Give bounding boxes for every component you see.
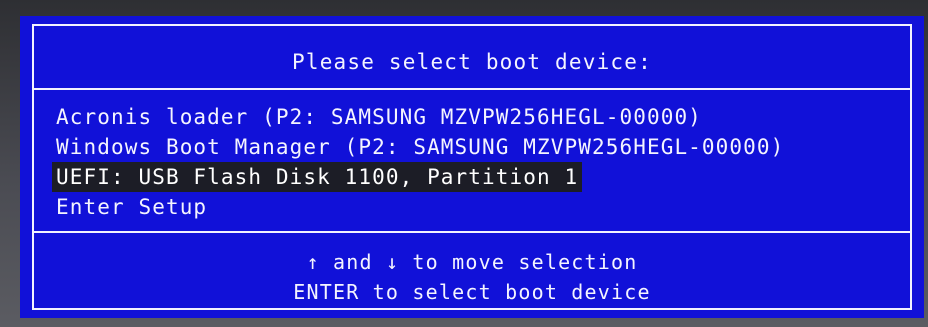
help-line-select: ENTER to select boot device	[293, 280, 651, 304]
boot-option-usb-flash-disk[interactable]: UEFI: USB Flash Disk 1100, Partition 1	[52, 162, 583, 192]
dialog-title: Please select boot device:	[292, 50, 652, 74]
boot-option-acronis-loader[interactable]: Acronis loader (P2: SAMSUNG MZVPW256HEGL…	[52, 102, 900, 132]
boot-option-enter-setup[interactable]: Enter Setup	[52, 192, 900, 222]
help-text: ↑ and ↓ to move selection ENTER to selec…	[34, 247, 910, 307]
boot-device-list: Acronis loader (P2: SAMSUNG MZVPW256HEGL…	[52, 102, 900, 222]
boot-menu-dialog: Please select boot device: Acronis loade…	[32, 24, 912, 310]
bios-screen: Please select boot device: Acronis loade…	[20, 16, 924, 318]
help-line-navigation: ↑ and ↓ to move selection	[306, 250, 638, 274]
title-divider	[34, 88, 910, 90]
footer-divider	[34, 231, 910, 233]
boot-option-windows-boot-manager[interactable]: Windows Boot Manager (P2: SAMSUNG MZVPW2…	[52, 132, 900, 162]
